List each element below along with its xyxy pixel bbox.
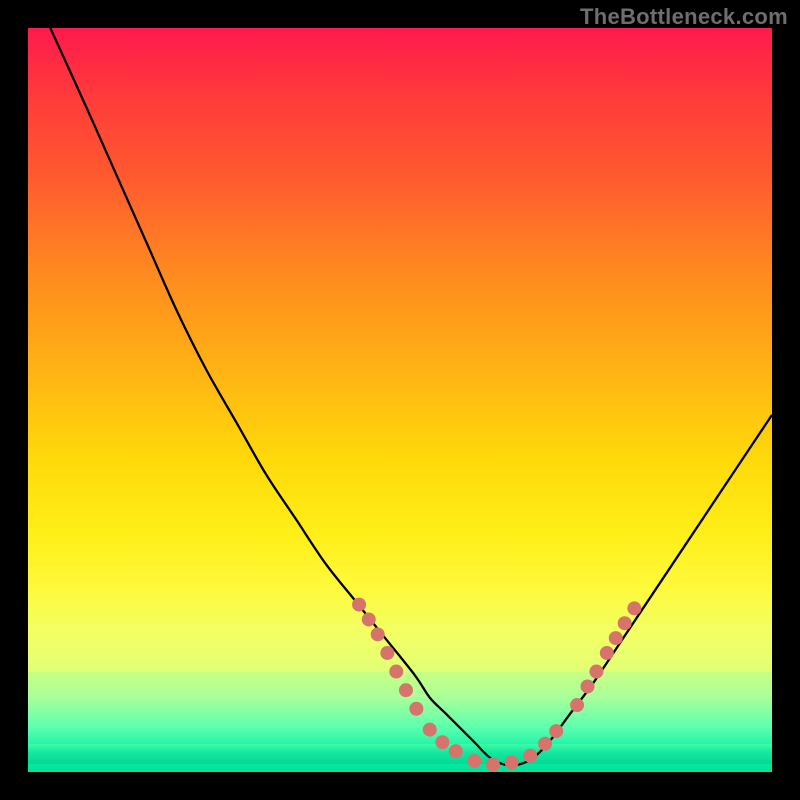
curve-marker [627, 601, 641, 615]
curve-marker [362, 612, 376, 626]
curve-marker [423, 723, 437, 737]
curve-marker [609, 631, 623, 645]
curve-markers [352, 598, 641, 772]
curve-marker [549, 724, 563, 738]
curve-marker [389, 665, 403, 679]
curve-marker [449, 744, 463, 758]
curve-marker [570, 698, 584, 712]
curve-marker [589, 665, 603, 679]
bottleneck-curve-svg [28, 28, 772, 772]
curve-marker [467, 754, 481, 768]
curve-marker [352, 598, 366, 612]
curve-marker [371, 627, 385, 641]
curve-marker [486, 758, 500, 772]
bottleneck-curve-path [50, 28, 772, 765]
curve-marker [580, 679, 594, 693]
curve-marker [409, 702, 423, 716]
curve-marker [399, 683, 413, 697]
curve-marker [435, 735, 449, 749]
watermark-text: TheBottleneck.com [580, 4, 788, 30]
curve-marker [523, 749, 537, 763]
curve-marker [618, 616, 632, 630]
curve-marker [600, 646, 614, 660]
curve-marker [380, 646, 394, 660]
chart-frame: TheBottleneck.com [0, 0, 800, 800]
curve-marker [538, 737, 552, 751]
curve-marker [505, 755, 519, 769]
